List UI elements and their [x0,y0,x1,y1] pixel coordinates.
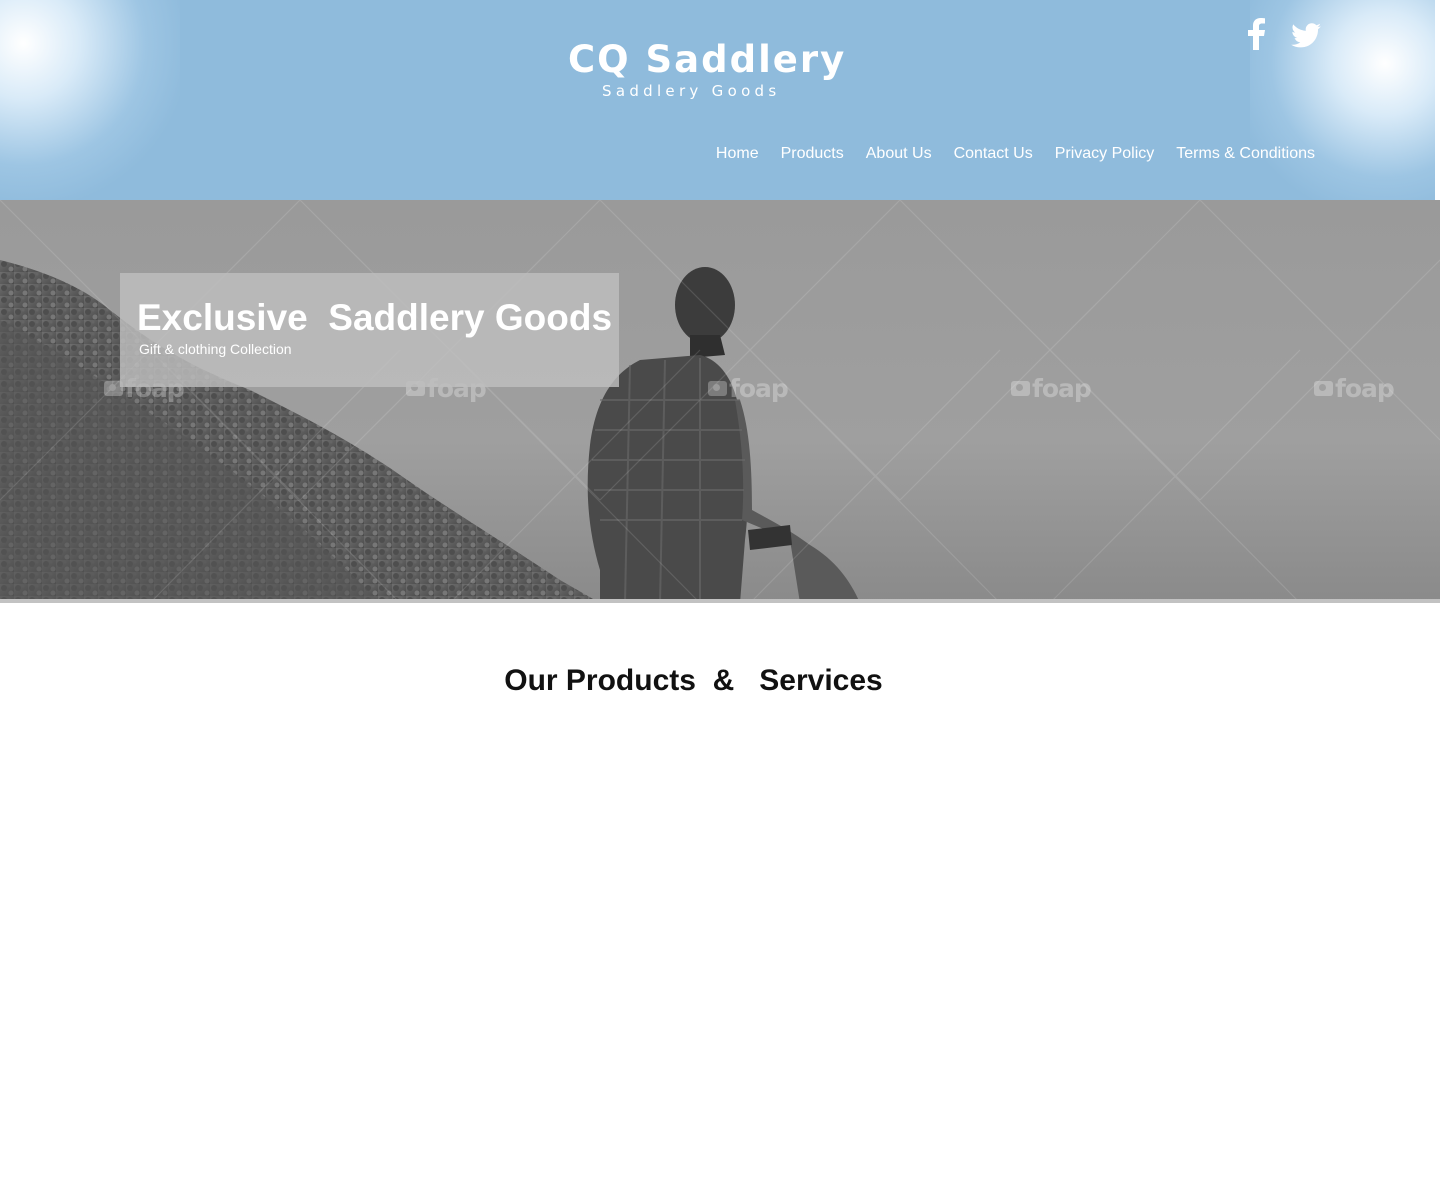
hero-subtitle: Gift & clothing Collection [139,341,292,357]
header-glow-left [0,0,180,200]
hero-caption-box: Exclusive Saddlery Goods Gift & clothing… [120,273,619,387]
foap-watermark: foap [1011,374,1092,404]
site-logo-title[interactable]: CQ Saddlery [568,38,844,81]
nav-item-privacy-policy[interactable]: Privacy Policy [1055,145,1155,163]
nav-item-products[interactable]: Products [781,145,844,163]
foap-watermark: foap [708,374,789,404]
header-glow-right [1250,0,1435,200]
nav-item-home[interactable]: Home [716,145,759,163]
section-title-products-services: Our Products & Services [504,664,883,697]
hero-banner: foap foap foap foap foap Exclusive Saddl… [0,200,1440,603]
hero-bottom-divider [0,599,1440,603]
site-logo-subtitle: Saddlery Goods [602,82,781,100]
main-nav: Home Products About Us Contact Us Privac… [694,144,1315,164]
facebook-icon[interactable] [1246,18,1266,50]
nav-item-contact-us[interactable]: Contact Us [954,145,1033,163]
nav-item-about-us[interactable]: About Us [866,145,932,163]
nav-item-terms-conditions[interactable]: Terms & Conditions [1176,145,1315,163]
hero-title: Exclusive Saddlery Goods [137,297,613,338]
twitter-icon[interactable] [1290,18,1322,50]
site-header: CQ Saddlery Saddlery Goods Home Products… [0,0,1435,200]
foap-watermark: foap [1314,374,1395,404]
